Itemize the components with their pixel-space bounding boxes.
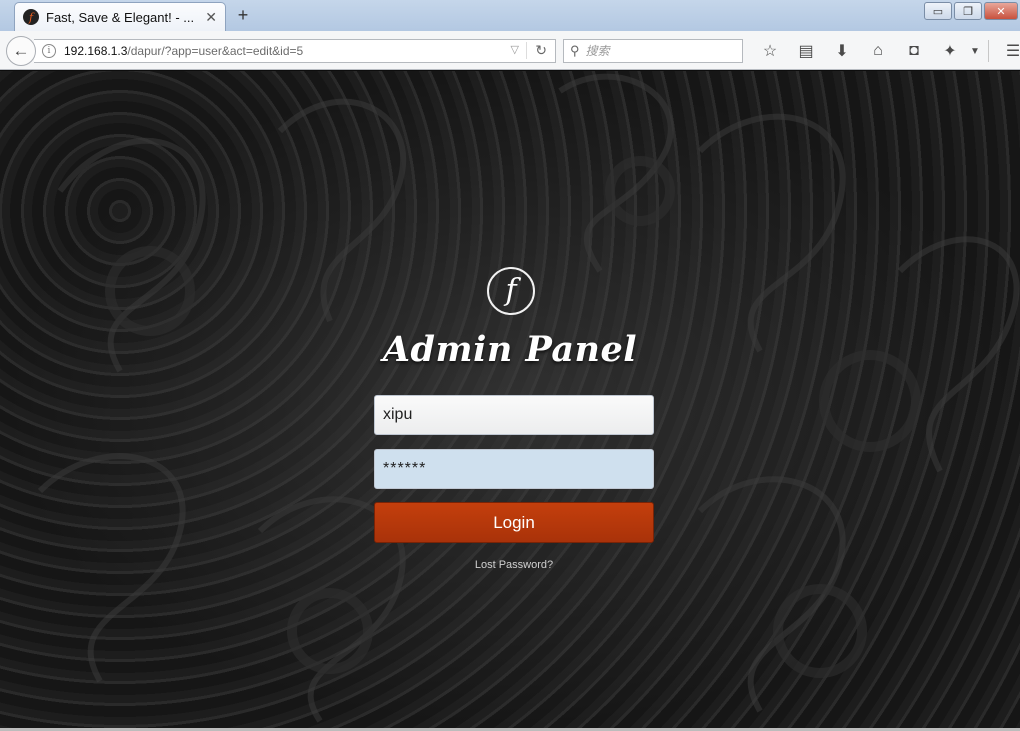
login-page: f Admin Panel Login Lost Password? [0,71,1020,731]
tab-close-icon[interactable]: ✕ [205,9,217,26]
page-title: Admin Panel [382,329,638,370]
logo-letter: f [505,273,517,308]
star-icon[interactable]: ☆ [752,40,788,62]
reload-icon[interactable]: ↻ [526,42,547,59]
extension-dropdown-icon[interactable]: ▼ [968,40,982,62]
tab-favicon-icon: f [23,9,39,25]
navigation-bar: i 192.168.1.3/dapur/?app=user&act=edit&i… [0,31,1020,70]
url-host: 192.168.1.3 [64,44,128,58]
window-controls: ▭ ❐ ✕ [924,2,1018,20]
password-field[interactable] [374,449,654,489]
search-input[interactable] [585,44,726,58]
search-icon: ⚲ [570,43,580,58]
back-arrow-icon: ← [12,41,30,60]
minimize-button[interactable]: ▭ [924,2,952,20]
url-text[interactable]: 192.168.1.3/dapur/?app=user&act=edit&id=… [64,44,303,58]
lost-password-link[interactable]: Lost Password? [374,559,654,571]
clipboard-icon[interactable]: ▤ [788,40,824,62]
close-window-button[interactable]: ✕ [984,2,1018,20]
search-bar[interactable]: ⚲ [563,39,743,63]
toolbar: ☆ ▤ ⬇ ⌂ ◘ ✦ ▼ ☰ [752,40,1020,62]
dropdown-arrow-icon[interactable]: ▽ [511,43,519,56]
info-icon[interactable]: i [42,44,56,58]
restore-button[interactable]: ❐ [954,2,982,20]
home-icon[interactable]: ⌂ [860,40,896,62]
extension-icon[interactable]: ✦ [932,40,968,62]
browser-tab[interactable]: f Fast, Save & Elegant! - ... ✕ [14,2,226,31]
download-icon[interactable]: ⬇ [824,40,860,62]
username-field[interactable] [374,395,654,435]
toolbar-divider [988,40,989,62]
url-bar[interactable]: i 192.168.1.3/dapur/?app=user&act=edit&i… [34,39,556,63]
hamburger-menu-icon[interactable]: ☰ [995,40,1020,62]
back-button[interactable]: ← [6,36,36,66]
login-button[interactable]: Login [374,502,654,543]
pocket-icon[interactable]: ◘ [896,40,932,62]
url-path: /dapur/?app=user&act=edit&id=5 [127,44,304,58]
title-bar: f Fast, Save & Elegant! - ... ✕ + ▭ ❐ ✕ [0,0,1020,31]
new-tab-button[interactable]: + [232,5,254,27]
logo-icon: f [487,267,535,315]
tab-title: Fast, Save & Elegant! - ... [46,9,195,25]
